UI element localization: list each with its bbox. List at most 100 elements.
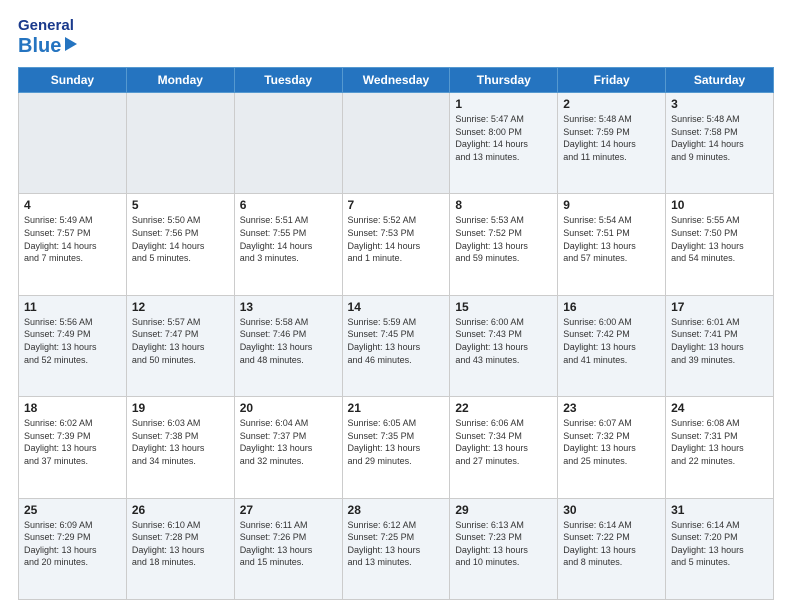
calendar-cell: 1 Sunrise: 5:47 AMSunset: 8:00 PMDaylight… [450,93,558,194]
calendar-cell: 12Sunrise: 5:57 AMSunset: 7:47 PMDayligh… [126,295,234,396]
day-number: 19 [132,401,229,415]
day-header-monday: Monday [126,68,234,93]
calendar-cell: 22 Sunrise: 6:06 AMSunset: 7:34 PMDayligh… [450,397,558,498]
week-row-2: 4Sunrise: 5:49 AMSunset: 7:57 PMDaylight… [19,194,774,295]
day-number: 1 [455,97,552,111]
day-number: 13 [240,300,337,314]
day-number: 14 [348,300,445,314]
day-info: Sunrise: 6:14 AMSunset: 7:22 PMDaylight:… [563,519,660,569]
calendar-cell: 20 Sunrise: 6:04 AMSunset: 7:37 PMDayligh… [234,397,342,498]
day-info: Sunrise: 6:04 AMSunset: 7:37 PMDaylight:… [240,417,337,467]
calendar-cell: 3 Sunrise: 5:48 AMSunset: 7:58 PMDaylight… [666,93,774,194]
calendar-cell: 28 Sunrise: 6:12 AMSunset: 7:25 PMDayligh… [342,498,450,599]
calendar-cell [234,93,342,194]
calendar-cell: 5 Sunrise: 5:50 AMSunset: 7:56 PMDaylight… [126,194,234,295]
day-number: 27 [240,503,337,517]
day-info: Sunrise: 5:52 AMSunset: 7:53 PMDaylight:… [348,214,445,264]
day-number: 9 [563,198,660,212]
logo: GeneralBlue [18,18,79,57]
calendar-cell: 14 Sunrise: 5:59 AMSunset: 7:45 PMDayligh… [342,295,450,396]
day-number: 16 [563,300,660,314]
day-info: Sunrise: 6:01 AMSunset: 7:41 PMDaylight:… [671,316,768,366]
day-info: Sunrise: 6:06 AMSunset: 7:34 PMDaylight:… [455,417,552,467]
calendar-cell [342,93,450,194]
day-number: 18 [24,401,121,415]
day-info: Sunrise: 5:50 AMSunset: 7:56 PMDaylight:… [132,214,229,264]
day-info: Sunrise: 5:48 AMSunset: 7:58 PMDaylight:… [671,113,768,163]
calendar-cell: 30Sunrise: 6:14 AMSunset: 7:22 PMDayligh… [558,498,666,599]
week-row-4: 18Sunrise: 6:02 AMSunset: 7:39 PMDayligh… [19,397,774,498]
day-info: Sunrise: 5:51 AMSunset: 7:55 PMDaylight:… [240,214,337,264]
week-row-5: 25 Sunrise: 6:09 AMSunset: 7:29 PMDayligh… [19,498,774,599]
calendar-cell: 11Sunrise: 5:56 AMSunset: 7:49 PMDayligh… [19,295,127,396]
day-info: Sunrise: 6:08 AMSunset: 7:31 PMDaylight:… [671,417,768,467]
day-number: 5 [132,198,229,212]
day-info: Sunrise: 6:11 AMSunset: 7:26 PMDaylight:… [240,519,337,569]
calendar-cell: 15 Sunrise: 6:00 AMSunset: 7:43 PMDayligh… [450,295,558,396]
calendar-cell: 8Sunrise: 5:53 AMSunset: 7:52 PMDaylight… [450,194,558,295]
day-info: Sunrise: 5:48 AMSunset: 7:59 PMDaylight:… [563,113,660,163]
calendar-cell: 21 Sunrise: 6:05 AMSunset: 7:35 PMDayligh… [342,397,450,498]
day-number: 22 [455,401,552,415]
calendar-cell: 31Sunrise: 6:14 AMSunset: 7:20 PMDayligh… [666,498,774,599]
day-info: Sunrise: 6:00 AMSunset: 7:42 PMDaylight:… [563,316,660,366]
calendar-table: SundayMondayTuesdayWednesdayThursdayFrid… [18,67,774,600]
day-number: 28 [348,503,445,517]
calendar-cell: 24 Sunrise: 6:08 AMSunset: 7:31 PMDayligh… [666,397,774,498]
day-info: Sunrise: 6:10 AMSunset: 7:28 PMDaylight:… [132,519,229,569]
day-info: Sunrise: 6:12 AMSunset: 7:25 PMDaylight:… [348,519,445,569]
day-info: Sunrise: 5:53 AMSunset: 7:52 PMDaylight:… [455,214,552,264]
calendar-cell: 13 Sunrise: 5:58 AMSunset: 7:46 PMDayligh… [234,295,342,396]
calendar-cell: 26 Sunrise: 6:10 AMSunset: 7:28 PMDayligh… [126,498,234,599]
logo-arrow-icon [61,35,79,58]
day-number: 21 [348,401,445,415]
week-row-1: 1 Sunrise: 5:47 AMSunset: 8:00 PMDaylight… [19,93,774,194]
day-info: Sunrise: 5:55 AMSunset: 7:50 PMDaylight:… [671,214,768,264]
week-row-3: 11Sunrise: 5:56 AMSunset: 7:49 PMDayligh… [19,295,774,396]
calendar-cell [126,93,234,194]
calendar-cell: 2 Sunrise: 5:48 AMSunset: 7:59 PMDaylight… [558,93,666,194]
day-info: Sunrise: 5:47 AMSunset: 8:00 PMDaylight:… [455,113,552,163]
day-info: Sunrise: 5:58 AMSunset: 7:46 PMDaylight:… [240,316,337,366]
calendar-cell: 6 Sunrise: 5:51 AMSunset: 7:55 PMDaylight… [234,194,342,295]
day-info: Sunrise: 6:14 AMSunset: 7:20 PMDaylight:… [671,519,768,569]
calendar-cell: 27 Sunrise: 6:11 AMSunset: 7:26 PMDayligh… [234,498,342,599]
day-number: 20 [240,401,337,415]
logo-general: General [18,18,79,35]
day-info: Sunrise: 6:05 AMSunset: 7:35 PMDaylight:… [348,417,445,467]
calendar-cell: 10 Sunrise: 5:55 AMSunset: 7:50 PMDayligh… [666,194,774,295]
day-header-thursday: Thursday [450,68,558,93]
calendar-cell: 4Sunrise: 5:49 AMSunset: 7:57 PMDaylight… [19,194,127,295]
day-info: Sunrise: 6:03 AMSunset: 7:38 PMDaylight:… [132,417,229,467]
calendar-cell: 23Sunrise: 6:07 AMSunset: 7:32 PMDayligh… [558,397,666,498]
day-info: Sunrise: 5:54 AMSunset: 7:51 PMDaylight:… [563,214,660,264]
day-number: 29 [455,503,552,517]
day-number: 17 [671,300,768,314]
day-number: 25 [24,503,121,517]
day-number: 7 [348,198,445,212]
day-info: Sunrise: 5:49 AMSunset: 7:57 PMDaylight:… [24,214,121,264]
calendar-cell: 7 Sunrise: 5:52 AMSunset: 7:53 PMDaylight… [342,194,450,295]
day-header-saturday: Saturday [666,68,774,93]
day-info: Sunrise: 5:59 AMSunset: 7:45 PMDaylight:… [348,316,445,366]
day-info: Sunrise: 6:09 AMSunset: 7:29 PMDaylight:… [24,519,121,569]
calendar-cell [19,93,127,194]
calendar-cell: 16 Sunrise: 6:00 AMSunset: 7:42 PMDayligh… [558,295,666,396]
day-number: 26 [132,503,229,517]
calendar-cell: 9 Sunrise: 5:54 AMSunset: 7:51 PMDaylight… [558,194,666,295]
day-info: Sunrise: 6:00 AMSunset: 7:43 PMDaylight:… [455,316,552,366]
day-info: Sunrise: 6:07 AMSunset: 7:32 PMDaylight:… [563,417,660,467]
day-number: 3 [671,97,768,111]
day-number: 10 [671,198,768,212]
day-number: 2 [563,97,660,111]
day-number: 11 [24,300,121,314]
header-row: SundayMondayTuesdayWednesdayThursdayFrid… [19,68,774,93]
day-header-friday: Friday [558,68,666,93]
day-header-sunday: Sunday [19,68,127,93]
day-number: 15 [455,300,552,314]
calendar-cell: 18Sunrise: 6:02 AMSunset: 7:39 PMDayligh… [19,397,127,498]
day-number: 6 [240,198,337,212]
day-number: 24 [671,401,768,415]
day-number: 12 [132,300,229,314]
calendar-cell: 25 Sunrise: 6:09 AMSunset: 7:29 PMDayligh… [19,498,127,599]
